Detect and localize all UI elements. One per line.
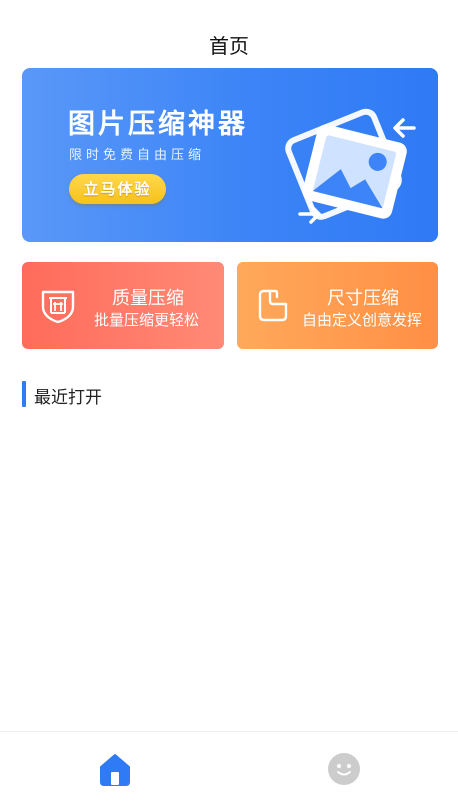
size-crop-icon [258, 289, 288, 322]
size-compress-desc: 自由定义创意发挥 [302, 311, 423, 329]
quality-shield-icon [41, 290, 75, 323]
size-compress-card[interactable]: 尺寸压缩 自由定义创意发挥 [237, 262, 438, 349]
promo-banner[interactable]: 图片压缩神器 限时免费自由压缩 立马体验 [22, 68, 438, 242]
bottom-tab-bar [0, 731, 458, 802]
tab-mine[interactable] [229, 732, 458, 802]
size-compress-title: 尺寸压缩 [327, 288, 399, 309]
face-icon [327, 753, 360, 785]
quality-compress-desc: 批量压缩更轻松 [94, 311, 200, 329]
recent-section-title: 最近打开 [34, 388, 102, 408]
banner-title: 图片压缩神器 [68, 109, 248, 140]
quality-compress-card[interactable]: 质量压缩 批量压缩更轻松 [22, 262, 224, 349]
try-now-button[interactable]: 立马体验 [69, 174, 166, 204]
tab-home[interactable] [0, 732, 229, 802]
page-title: 首页 [209, 34, 249, 58]
section-accent-bar [22, 381, 26, 407]
home-icon [99, 754, 130, 786]
quality-compress-title: 质量压缩 [112, 288, 184, 309]
header: 首页 [0, 0, 458, 68]
banner-subtitle: 限时免费自由压缩 [69, 148, 206, 163]
image-rotate-icon [285, 108, 416, 224]
